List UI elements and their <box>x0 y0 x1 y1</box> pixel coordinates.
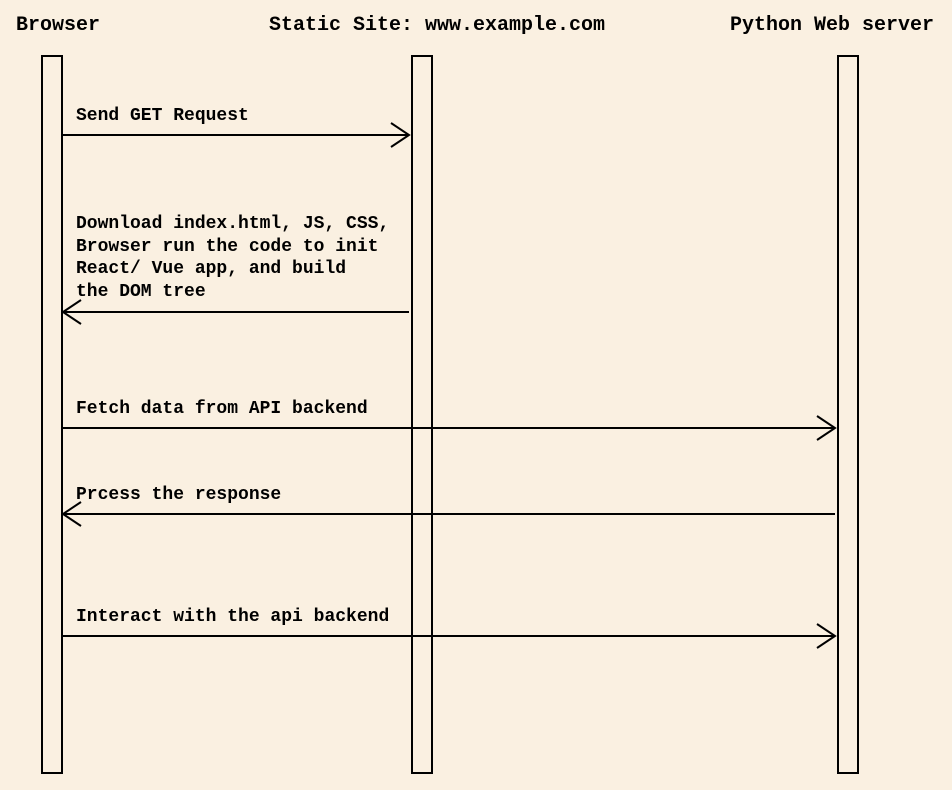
msg-send-get-label: Send GET Request <box>76 105 249 128</box>
msg-fetch-api-arrowhead-icon <box>817 416 835 440</box>
lifeline-static-site <box>411 55 433 774</box>
lifeline-browser <box>41 55 63 774</box>
msg-fetch-api-label: Fetch data from API backend <box>76 398 368 421</box>
participant-static-site-label: Static Site: www.example.com <box>269 14 605 37</box>
msg-process-response-label: Prcess the response <box>76 484 281 507</box>
participant-browser-label: Browser <box>16 14 100 37</box>
lifeline-python-server <box>837 55 859 774</box>
participant-python-server-label: Python Web server <box>730 14 934 37</box>
msg-interact-api-label: Interact with the api backend <box>76 606 389 629</box>
msg-download-index-arrowhead-icon <box>63 300 81 324</box>
msg-send-get-arrowhead-icon <box>391 123 409 147</box>
msg-interact-api-arrowhead-icon <box>817 624 835 648</box>
msg-download-index-label: Download index.html, JS, CSS, Browser ru… <box>76 213 389 303</box>
